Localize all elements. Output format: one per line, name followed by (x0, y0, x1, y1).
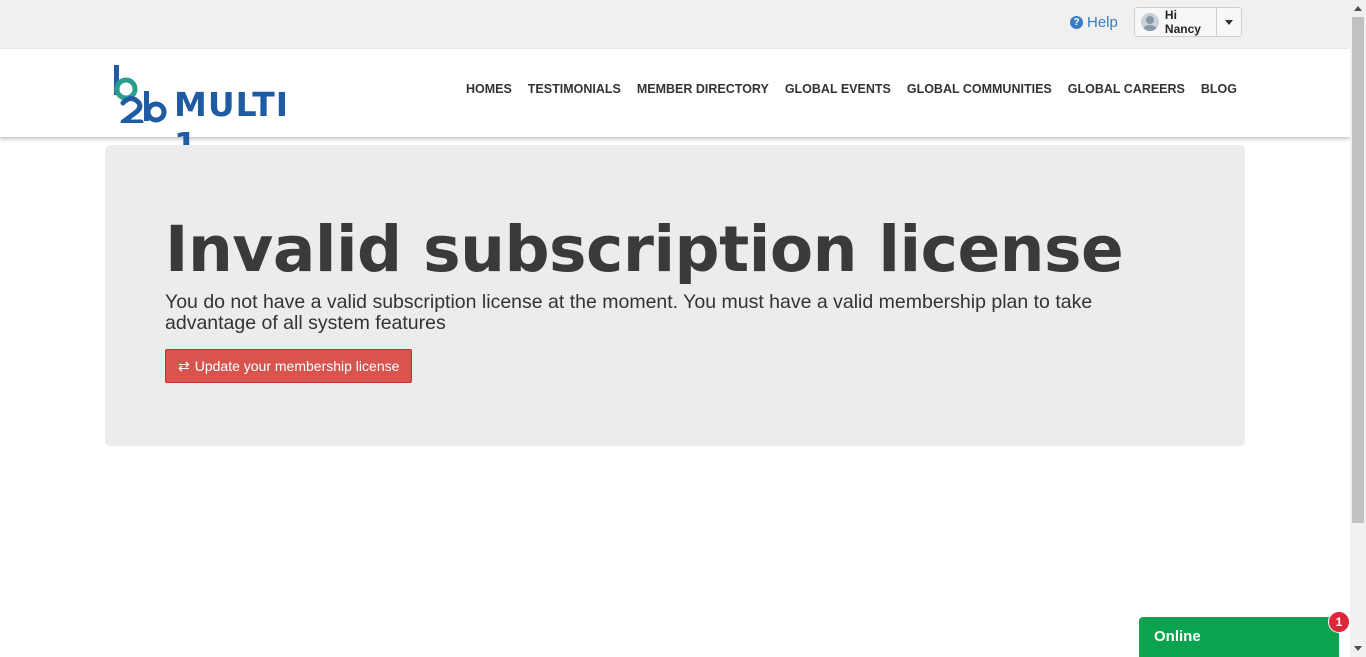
help-label: Help (1087, 13, 1118, 31)
top-utility-bar: ? Help Hi Nancy (0, 0, 1350, 49)
user-menu-dropdown-toggle[interactable] (1216, 8, 1241, 36)
scroll-thumb[interactable] (1352, 17, 1364, 523)
page-scrollbar[interactable] (1350, 0, 1366, 657)
scroll-up-arrow-icon[interactable] (1354, 6, 1362, 11)
main-nav: HOMES TESTIMONIALS MEMBER DIRECTORY GLOB… (466, 82, 1237, 96)
update-membership-label: Update your membership license (194, 358, 400, 374)
chat-widget[interactable]: Online 1 (1139, 611, 1350, 657)
site-logo[interactable]: MULTI 1 (111, 63, 306, 164)
site-header: MULTI 1 HOMES TESTIMONIALS MEMBER DIRECT… (0, 49, 1350, 164)
nav-item-member-directory[interactable]: MEMBER DIRECTORY (637, 82, 769, 96)
chat-notification-badge: 1 (1328, 611, 1350, 633)
caret-down-icon (1225, 19, 1233, 25)
user-menu-button[interactable]: Hi Nancy (1135, 8, 1216, 36)
update-membership-button[interactable]: ⇄ Update your membership license (165, 349, 413, 383)
nav-item-testimonials[interactable]: TESTIMONIALS (528, 82, 621, 96)
user-menu: Hi Nancy (1134, 7, 1242, 37)
user-greeting: Hi Nancy (1164, 8, 1201, 36)
license-message: You do not have a valid subscription lic… (165, 291, 1093, 334)
question-circle-icon: ? (1070, 15, 1083, 29)
help-link[interactable]: ? Help (1070, 12, 1118, 32)
chat-status-label: Online (1154, 628, 1201, 645)
page-title: Invalid subscription license (165, 213, 1124, 286)
nav-item-global-communities[interactable]: GLOBAL COMMUNITIES (907, 82, 1052, 96)
scroll-down-arrow-icon[interactable] (1354, 646, 1362, 651)
license-warning-panel: Invalid subscription license You do not … (105, 145, 1245, 446)
nav-item-global-careers[interactable]: GLOBAL CAREERS (1068, 82, 1185, 96)
nav-item-global-events[interactable]: GLOBAL EVENTS (785, 82, 891, 96)
nav-item-homes[interactable]: HOMES (466, 82, 512, 96)
b2b-logo-mark (114, 65, 167, 125)
avatar (1141, 13, 1159, 31)
refresh-icon: ⇄ (178, 358, 190, 374)
nav-item-blog[interactable]: BLOG (1201, 82, 1237, 96)
